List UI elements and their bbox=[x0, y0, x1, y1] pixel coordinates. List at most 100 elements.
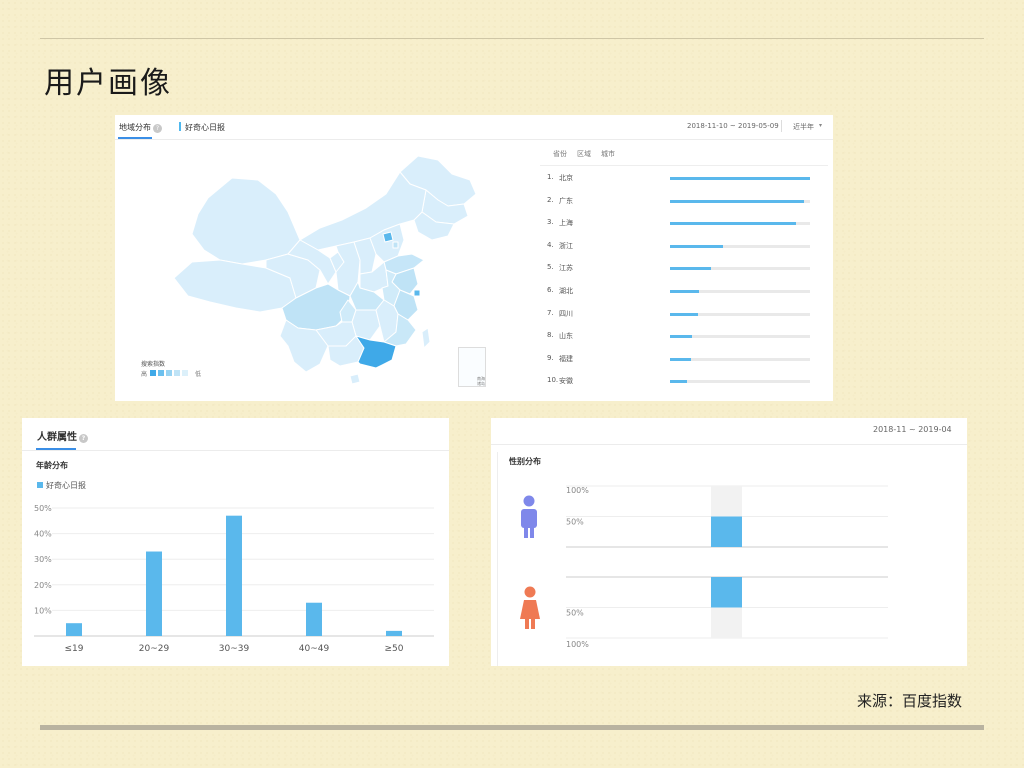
map-legend-swatch bbox=[166, 370, 172, 376]
age-bar[interactable] bbox=[66, 623, 82, 636]
rank-province-name: 四川 bbox=[559, 309, 573, 318]
rank-tabs: 省份 区域 城市 bbox=[553, 149, 625, 159]
age-bar[interactable] bbox=[146, 551, 162, 636]
rank-row[interactable]: 6. 湖北 bbox=[547, 286, 817, 298]
rank-row[interactable]: 9. 福建 bbox=[547, 354, 817, 366]
map-region-taiwan bbox=[421, 327, 431, 349]
age-distribution-card: 人群属性? 年龄分布 好奇心日报 10% 20% 30% 40% 50% ≤19 20~29… bbox=[22, 418, 449, 666]
rank-province-name: 广东 bbox=[559, 196, 573, 205]
map-legend-swatch bbox=[182, 370, 188, 376]
x-tick-label: 30~39 bbox=[219, 644, 250, 654]
rank-number: 2. bbox=[547, 195, 554, 204]
rank-province-name: 北京 bbox=[559, 174, 573, 182]
rank-bar bbox=[670, 357, 691, 361]
separator bbox=[781, 120, 782, 132]
map-region-beijing bbox=[382, 231, 394, 243]
rank-province-name: 湖北 bbox=[559, 287, 573, 295]
rank-bar-track bbox=[670, 244, 810, 248]
gender-distribution-card: 2018-11 ~ 2019-04 性别分布 100% 50% 50% 100% bbox=[491, 418, 967, 666]
rank-row[interactable]: 3. 上海 bbox=[547, 218, 817, 230]
region-distribution-card: 地域分布? 好奇心日报 2018-11-10 ~ 2019-05-09 近半年 … bbox=[115, 115, 833, 401]
rank-number: 1. bbox=[547, 173, 554, 181]
rank-row[interactable]: 2. 广东 bbox=[547, 196, 817, 208]
rank-number: 3. bbox=[547, 218, 554, 227]
age-bar[interactable] bbox=[306, 602, 322, 636]
age-bar-chart: 10% 20% 30% 40% 50% ≤19 20~29 30~39 40~49 ≥50 bbox=[34, 504, 434, 654]
rank-bar bbox=[670, 290, 700, 293]
age-bar[interactable] bbox=[386, 630, 402, 636]
china-map[interactable] bbox=[170, 150, 490, 390]
rank-bar bbox=[670, 335, 693, 339]
map-legend-swatch bbox=[174, 370, 180, 376]
map-region-xinjiang bbox=[191, 177, 301, 265]
rank-bar bbox=[670, 267, 711, 271]
y-tick-label: 50% bbox=[566, 518, 584, 527]
x-tick-label: 20~29 bbox=[139, 644, 170, 654]
tab-province[interactable]: 省份 bbox=[553, 150, 567, 158]
male-bar[interactable] bbox=[711, 516, 742, 548]
male-icon bbox=[521, 495, 537, 538]
rank-province-name: 上海 bbox=[559, 219, 573, 228]
tab-region-distribution[interactable]: 地域分布? bbox=[119, 122, 162, 133]
y-tick-label: 20% bbox=[34, 581, 52, 590]
map-legend-swatch bbox=[158, 370, 164, 376]
female-icon bbox=[520, 586, 540, 629]
rank-number: 8. bbox=[547, 331, 554, 340]
rank-province-name: 福建 bbox=[559, 354, 573, 363]
x-tick-label: ≥50 bbox=[385, 644, 404, 654]
map-region-inner-mongolia bbox=[299, 171, 427, 251]
map-region-tianjin bbox=[392, 241, 399, 249]
map-legend-low: 低 bbox=[195, 371, 202, 378]
rank-row[interactable]: 4. 浙江 bbox=[547, 241, 817, 253]
y-tick-label: 100% bbox=[566, 486, 589, 495]
rank-number: 10. bbox=[547, 376, 559, 385]
map-legend-swatch bbox=[150, 370, 156, 376]
rank-bar bbox=[670, 222, 796, 226]
legend-marker bbox=[179, 122, 181, 131]
rank-bar-track bbox=[670, 267, 810, 271]
rank-bar-track bbox=[670, 177, 810, 180]
rank-number: 7. bbox=[547, 308, 554, 317]
rank-row[interactable]: 5. 江苏 bbox=[547, 263, 817, 275]
tab-area[interactable]: 区域 bbox=[577, 150, 591, 158]
rank-bar-track bbox=[670, 357, 810, 361]
y-tick-label: 10% bbox=[34, 606, 52, 615]
rank-bar bbox=[670, 244, 724, 248]
bottom-rule bbox=[40, 725, 984, 730]
rank-row[interactable]: 10. 安徽 bbox=[547, 376, 817, 388]
rank-bar bbox=[670, 177, 810, 180]
rank-bar-track bbox=[670, 222, 810, 226]
help-icon[interactable]: ? bbox=[153, 124, 162, 133]
range-select[interactable]: 近半年 bbox=[793, 122, 814, 132]
rank-bar-track bbox=[670, 312, 810, 316]
age-bar[interactable] bbox=[226, 515, 242, 636]
rank-bar bbox=[670, 199, 805, 203]
rank-number: 9. bbox=[547, 353, 554, 362]
rank-bar-track bbox=[670, 290, 810, 293]
rank-bar bbox=[670, 380, 687, 384]
map-legend-high: 高 bbox=[141, 371, 148, 378]
tab-region-label: 地域分布 bbox=[119, 123, 151, 132]
legend-label: 好奇心日报 bbox=[185, 123, 225, 132]
rank-province-name: 江苏 bbox=[559, 264, 573, 273]
gender-bar-chart: 100% 50% 50% 100% bbox=[520, 485, 888, 649]
rank-province-name: 山东 bbox=[559, 332, 573, 341]
source-note: 来源：百度指数 bbox=[856, 692, 962, 710]
female-bar[interactable] bbox=[711, 577, 742, 608]
tab-city[interactable]: 城市 bbox=[601, 150, 615, 158]
rank-row[interactable]: 7. 四川 bbox=[547, 309, 817, 321]
rank-row[interactable]: 1. 北京 bbox=[547, 173, 817, 185]
top-rule bbox=[40, 38, 984, 39]
rank-bar-track bbox=[670, 199, 810, 203]
rank-bar-track bbox=[670, 335, 810, 339]
rank-row[interactable]: 8. 山东 bbox=[547, 331, 817, 343]
date-range[interactable]: 2018-11-10 ~ 2019-05-09 bbox=[687, 122, 779, 130]
y-tick-label: 40% bbox=[34, 530, 52, 539]
rank-number: 6. bbox=[547, 286, 554, 294]
x-tick-label: ≤19 bbox=[65, 644, 84, 654]
map-region-shanghai bbox=[413, 289, 421, 297]
rank-number: 5. bbox=[547, 263, 554, 272]
y-tick-label: 30% bbox=[34, 555, 52, 564]
caret-down-icon[interactable]: ▾ bbox=[819, 122, 822, 129]
rank-province-name: 安徽 bbox=[559, 377, 573, 386]
